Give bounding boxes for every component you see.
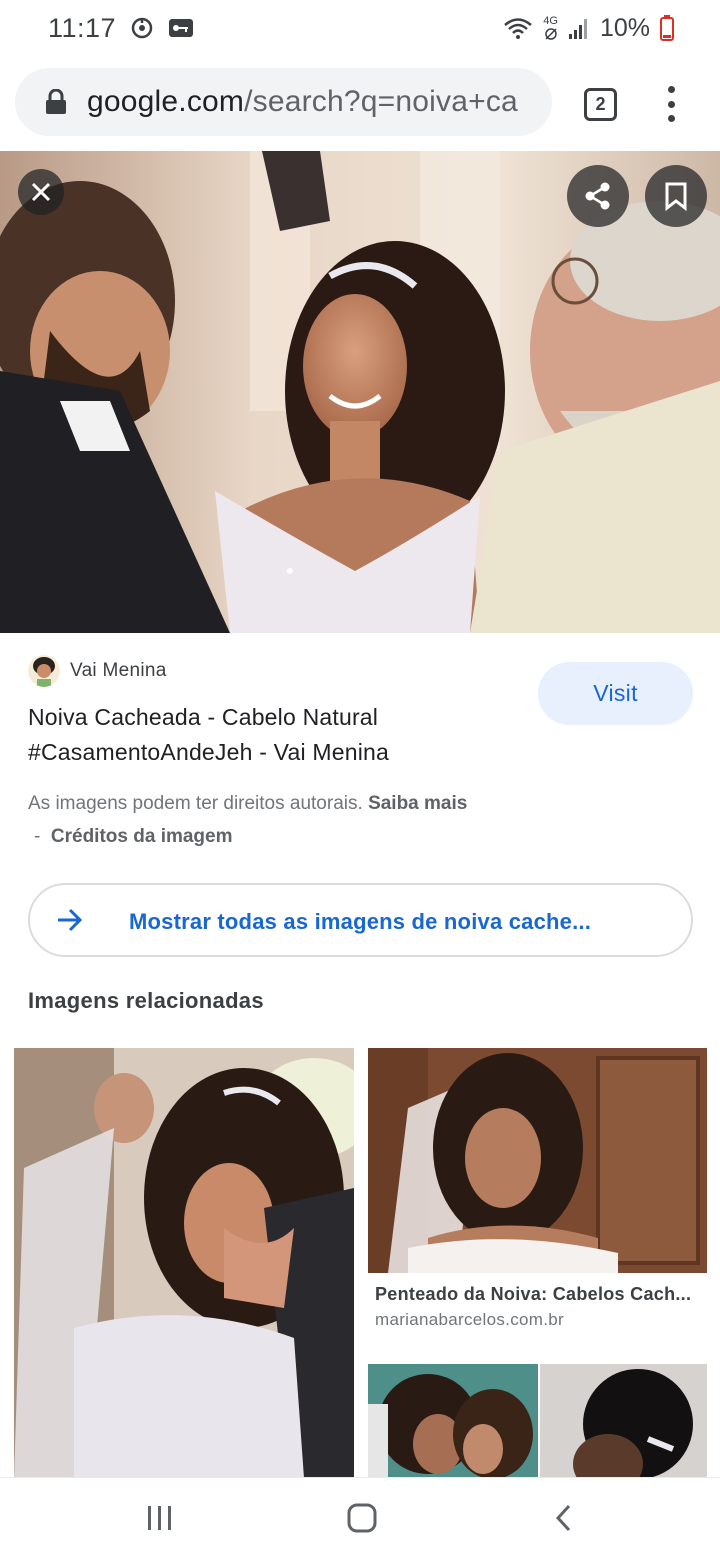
close-button[interactable] <box>18 169 64 215</box>
source-row[interactable]: Vai Menina <box>28 655 167 687</box>
related-image-2-domain: marianabarcelos.com.br <box>375 1310 564 1329</box>
status-time: 11:17 <box>48 12 117 43</box>
close-icon <box>31 182 51 202</box>
browser-toolbar: google.com/search?q=noiva+ca 2 <box>0 62 720 142</box>
sync-icon <box>130 16 154 40</box>
copyright-text: As imagens podem ter direitos autorais. <box>28 793 363 814</box>
share-button[interactable] <box>567 165 629 227</box>
preview-image[interactable] <box>0 151 720 633</box>
show-all-images-button[interactable]: Mostrar todas as imagens de noiva cache.… <box>28 883 693 957</box>
battery-percent: 10% <box>599 13 650 42</box>
visit-button[interactable]: Visit <box>538 662 693 725</box>
network-label: 4G <box>543 14 558 27</box>
more-options-icon[interactable] <box>660 86 682 122</box>
status-bar: 11:17 4G 10% <box>0 0 720 56</box>
related-image-1[interactable] <box>14 1048 354 1478</box>
save-button[interactable] <box>645 165 707 227</box>
arrow-right-icon <box>56 907 84 938</box>
wifi-icon <box>503 16 533 40</box>
bookmark-icon <box>665 182 687 211</box>
copyright-notice: As imagens podem ter direitos autorais. … <box>28 787 588 853</box>
show-all-images-label: Mostrar todas as imagens de noiva cache.… <box>129 909 592 934</box>
image-credits-link[interactable]: Créditos da imagem <box>51 826 233 847</box>
share-icon <box>585 182 610 210</box>
source-name: Vai Menina <box>70 660 167 681</box>
source-avatar <box>28 655 60 687</box>
system-navigation-bar <box>0 1477 720 1560</box>
learn-more-link[interactable]: Saiba mais <box>368 793 467 814</box>
url-path: /search?q=noiva+ca <box>244 85 518 118</box>
result-title[interactable]: Noiva Cacheada - Cabelo Natural #Casamen… <box>28 700 518 770</box>
tab-switcher-button[interactable]: 2 <box>584 88 617 121</box>
related-image-3[interactable] <box>368 1364 707 1478</box>
vpn-key-icon <box>168 17 194 39</box>
credits-separator: - <box>34 826 41 847</box>
back-icon <box>555 1504 571 1532</box>
related-images-heading: Imagens relacionadas <box>28 988 264 1013</box>
network-type-icon: 4G <box>543 14 558 41</box>
recent-apps-button[interactable] <box>140 1498 180 1538</box>
address-bar[interactable]: google.com/search?q=noiva+ca <box>15 68 552 136</box>
signal-icon <box>568 16 590 40</box>
home-button[interactable] <box>342 1498 382 1538</box>
back-button[interactable] <box>544 1498 584 1538</box>
url-text: google.com/search?q=noiva+ca <box>87 85 518 119</box>
related-image-2-caption[interactable]: Penteado da Noiva: Cabelos Cach... <box>375 1284 705 1305</box>
url-domain: google.com <box>87 85 245 118</box>
recent-apps-icon <box>148 1506 171 1530</box>
battery-icon <box>660 15 674 41</box>
related-image-2[interactable] <box>368 1048 707 1273</box>
lock-icon <box>45 88 67 115</box>
home-icon <box>347 1503 377 1533</box>
